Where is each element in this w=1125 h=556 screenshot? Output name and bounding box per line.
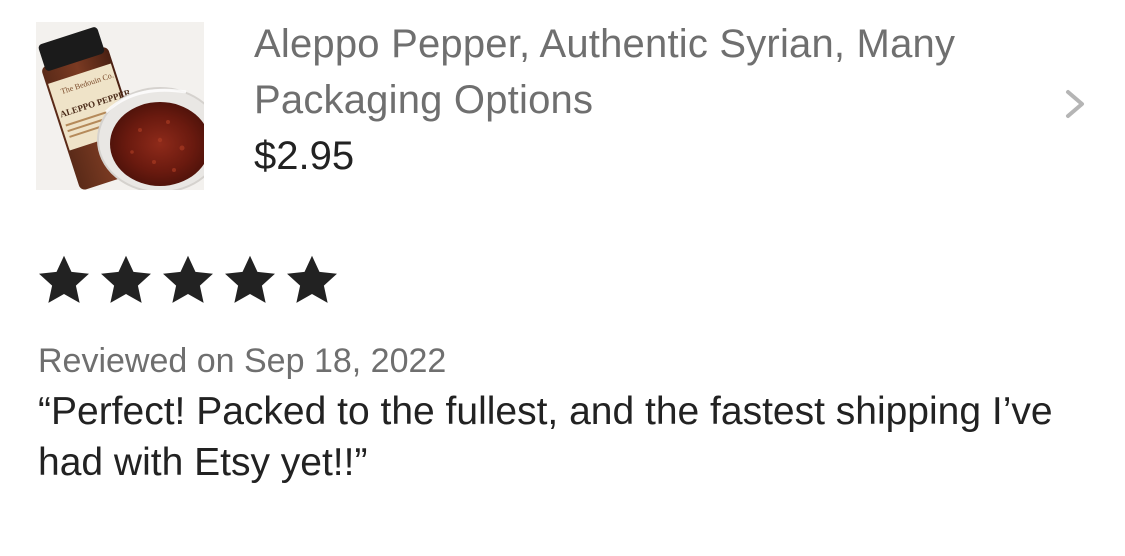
listing-row[interactable]: The Bedouin Co. ALEPPO PEPPER Aleppo Pep… xyxy=(0,0,1125,210)
product-thumbnail-image: The Bedouin Co. ALEPPO PEPPER xyxy=(36,22,204,190)
star-icon xyxy=(225,255,275,303)
product-thumbnail[interactable]: The Bedouin Co. ALEPPO PEPPER xyxy=(36,22,204,190)
star-icon xyxy=(287,255,337,303)
listing-title[interactable]: Aleppo Pepper, Authentic Syrian, Many Pa… xyxy=(254,16,1014,128)
star-icon xyxy=(163,255,213,303)
chevron-right-icon[interactable] xyxy=(1058,84,1092,124)
review-date: Reviewed on Sep 18, 2022 xyxy=(38,342,447,380)
star-icon xyxy=(39,255,89,303)
listing-price: $2.95 xyxy=(254,134,355,178)
review-text: “Perfect! Packed to the fullest, and the… xyxy=(38,390,1053,484)
star-icon xyxy=(101,255,151,303)
star-rating xyxy=(36,252,340,308)
